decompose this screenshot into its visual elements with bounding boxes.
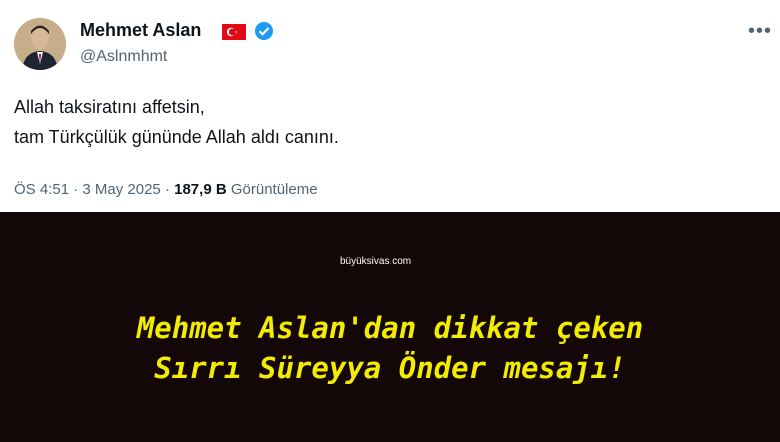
tweet-time[interactable]: ÖS 4:51 [14,181,69,198]
headline-line: Mehmet Aslan'dan dikkat çeken [136,311,644,345]
tweet-meta: ÖS 4:51 · 3 May 2025 · 187,9 B Görüntüle… [14,181,318,198]
watermark-tld: com [392,256,412,267]
avatar[interactable] [14,18,66,70]
tweet-date[interactable]: 3 May 2025 [82,181,160,198]
site-watermark: büyüksivas.com [340,256,412,267]
turkish-flag-icon [222,24,246,40]
separator: · [73,181,79,198]
more-options-icon[interactable]: ••• [748,20,772,43]
views-label: Görüntüleme [230,181,318,198]
tweet-text-line: Allah taksiratını affetsin, [14,97,205,117]
user-handle[interactable]: @Aslnmhmt [80,48,167,66]
watermark-site: büyüksivas [340,256,390,267]
tweet-text: Allah taksiratını affetsin, tam Türkçülü… [14,92,339,152]
separator: · [164,181,170,198]
verified-badge-icon [254,21,274,41]
tweet-card: Mehmet Aslan @Aslnmhmt ••• Allah taksira… [0,0,780,212]
news-graphic: Mehmet Aslan @Aslnmhmt ••• Allah taksira… [0,0,780,442]
headline-line: Sırrı Süreyya Önder mesajı! [154,351,626,385]
display-name[interactable]: Mehmet Aslan [80,20,201,41]
views-count: 187,9 B [174,181,227,198]
headline: Mehmet Aslan'dan dikkat çeken Sırrı Süre… [0,308,780,388]
tweet-text-line: tam Türkçülük gününde Allah aldı canını. [14,127,339,147]
